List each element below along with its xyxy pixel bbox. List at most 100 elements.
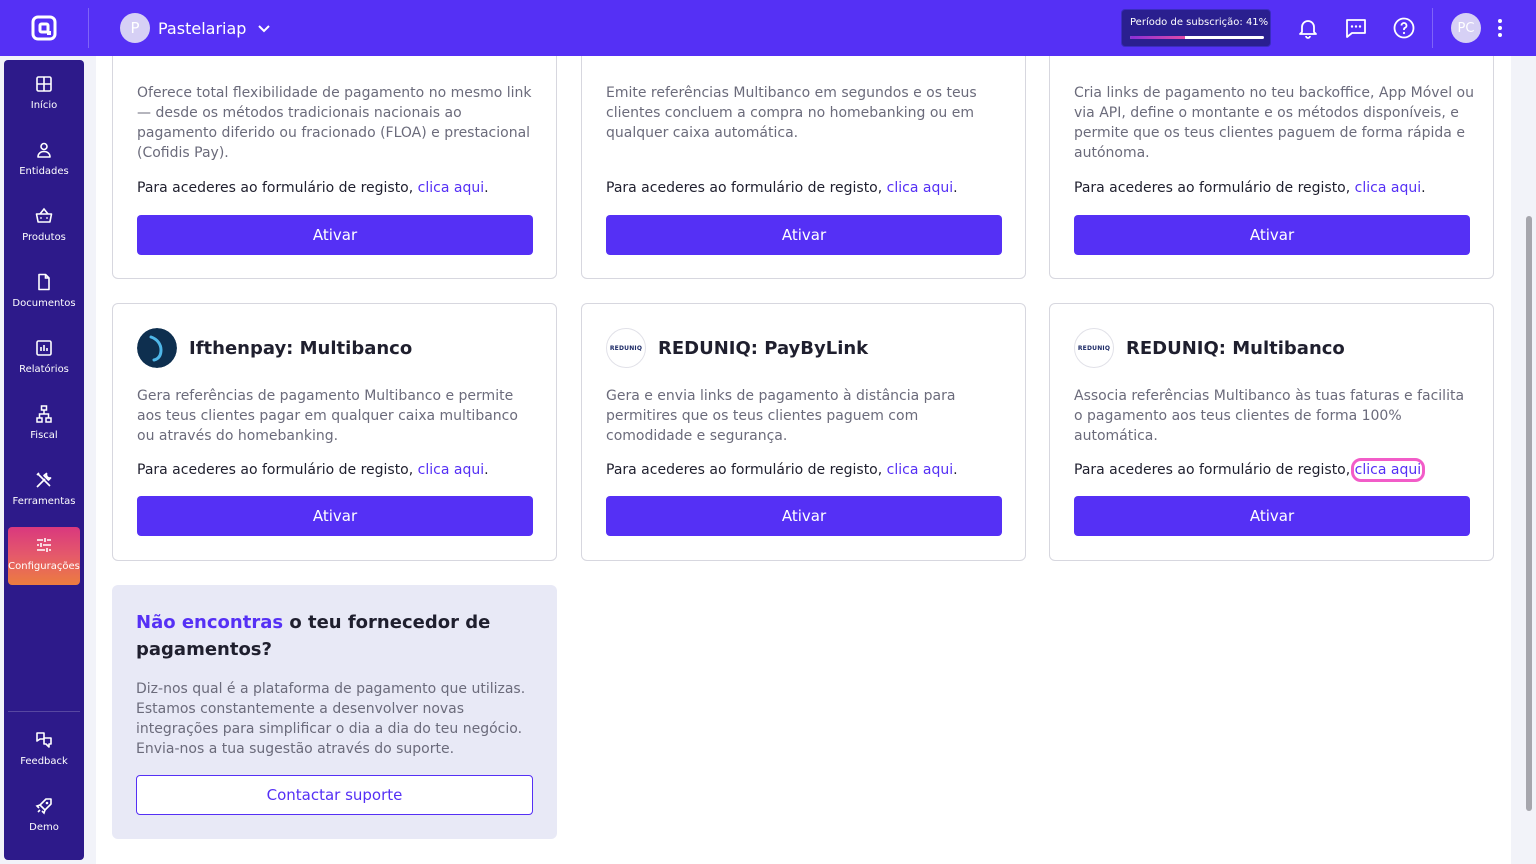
subscription-progress-bar	[1130, 36, 1264, 39]
registration-end: .	[953, 180, 958, 196]
sidebar-item-label: Demo	[29, 822, 59, 833]
sidebar-item-documentos[interactable]: Documentos	[8, 264, 80, 322]
card-description: Emite referências Multibanco em segundos…	[606, 85, 977, 141]
card-title: REDUNIQ: Multibanco	[1126, 337, 1345, 359]
bell-icon[interactable]	[1296, 16, 1320, 40]
basket-icon	[35, 207, 53, 223]
card-header: Ifthenpay: Multibanco	[137, 328, 412, 368]
sidebar-item-feedback[interactable]: Feedback	[8, 722, 80, 780]
payment-card: Emite referências Multibanco em segundos…	[581, 56, 1026, 279]
sidebar: Início Entidades Produtos Documentos Rel…	[4, 60, 84, 860]
sidebar-item-label: Entidades	[19, 166, 69, 177]
scrollbar[interactable]	[1520, 56, 1536, 864]
activate-button[interactable]: Ativar	[606, 496, 1002, 536]
sidebar-item-label: Início	[30, 100, 58, 111]
card-title: REDUNIQ: PayByLink	[658, 337, 869, 359]
payment-card: REDUNIQ REDUNIQ: Multibanco Associa refe…	[1049, 303, 1494, 561]
topbar-divider	[1432, 8, 1433, 48]
sidebar-item-configuracoes[interactable]: Configurações	[8, 527, 80, 585]
contact-support-button[interactable]: Contactar suporte	[136, 775, 533, 815]
sidebar-item-label: Fiscal	[30, 430, 58, 441]
company-name: Pastelariap	[158, 18, 247, 38]
payment-card: Oferece total flexibilidade de pagamento…	[112, 56, 557, 279]
sidebar-item-label: Feedback	[20, 756, 68, 767]
sidebar-item-entidades[interactable]: Entidades	[8, 132, 80, 190]
registration-prefix: Para acederes ao formulário de registo,	[1074, 462, 1355, 478]
registration-link[interactable]: clica aqui	[418, 180, 484, 196]
scrollbar-thumb[interactable]	[1526, 216, 1532, 811]
reduniq-logo: REDUNIQ	[606, 328, 646, 368]
registration-prefix: Para acederes ao formulário de registo,	[137, 180, 418, 196]
registration-prefix: Para acederes ao formulário de registo,	[1074, 180, 1355, 196]
payment-card: Ifthenpay: Multibanco Gera referências d…	[112, 303, 557, 561]
sliders-icon	[37, 538, 51, 552]
activate-button[interactable]: Ativar	[606, 215, 1002, 255]
question-accent: Não encontras	[136, 612, 284, 633]
user-avatar[interactable]: PC	[1451, 13, 1481, 43]
activate-button[interactable]: Ativar	[1074, 496, 1470, 536]
registration-link[interactable]: clica aqui	[887, 462, 953, 478]
payment-card: Cria links de pagamento no teu backoffic…	[1049, 56, 1494, 279]
activate-button[interactable]: Ativar	[137, 496, 533, 536]
company-selector[interactable]: P Pastelariap	[120, 13, 272, 43]
sidebar-divider	[8, 711, 80, 712]
card-description: Cria links de pagamento no teu backoffic…	[1074, 85, 1474, 161]
activate-button[interactable]: Ativar	[1074, 215, 1470, 255]
registration-text: Para acederes ao formulário de registo, …	[137, 180, 489, 196]
card-description: Oferece total flexibilidade de pagamento…	[137, 85, 532, 161]
registration-prefix: Para acederes ao formulário de registo,	[137, 462, 418, 478]
registration-end: .	[484, 180, 489, 196]
missing-provider-description: Diz-nos qual é a plataforma de pagamento…	[136, 681, 526, 757]
sidebar-item-label: Produtos	[22, 232, 66, 243]
main-content: Oferece total flexibilidade de pagamento…	[96, 56, 1511, 864]
sidebar-item-relatorios[interactable]: Relatórios	[8, 330, 80, 388]
chat-icon[interactable]	[1344, 16, 1368, 40]
registration-link[interactable]: clica aqui	[887, 180, 953, 196]
ifthenpay-logo-icon	[137, 328, 177, 368]
sidebar-item-demo[interactable]: Demo	[8, 788, 80, 846]
registration-link[interactable]: clica aqui	[1355, 180, 1421, 196]
missing-provider-question: Não encontras o teu fornecedor de pagame…	[136, 609, 536, 663]
missing-provider-box: Não encontras o teu fornecedor de pagame…	[112, 585, 557, 839]
subscription-progress[interactable]: Período de subscrição: 41%	[1121, 9, 1271, 47]
card-description: Gera e envia links de pagamento à distân…	[606, 388, 956, 444]
rocket-icon	[35, 798, 52, 815]
registration-link[interactable]: clica aqui	[418, 462, 484, 478]
registration-link[interactable]: clica aqui	[1350, 458, 1426, 482]
more-options-icon[interactable]	[1493, 16, 1507, 40]
card-header: REDUNIQ REDUNIQ: PayByLink	[606, 328, 868, 368]
registration-text: Para acederes ao formulário de registo, …	[1074, 180, 1426, 196]
sidebar-item-label: Documentos	[12, 298, 76, 309]
registration-text: Para acederes ao formulário de registo, …	[137, 462, 489, 478]
registration-end: .	[484, 462, 489, 478]
help-icon[interactable]	[1392, 16, 1416, 40]
grid-icon	[36, 76, 52, 92]
subscription-label: Período de subscrição: 41%	[1130, 17, 1269, 28]
registration-text: Para acederes ao formulário de registo, …	[1074, 458, 1426, 482]
sidebar-item-label: Relatórios	[19, 364, 69, 375]
hierarchy-icon	[36, 405, 52, 423]
registration-end: .	[953, 462, 958, 478]
company-avatar: P	[120, 13, 150, 43]
sidebar-item-label: Ferramentas	[12, 496, 76, 507]
sidebar-item-fiscal[interactable]: Fiscal	[8, 396, 80, 454]
registration-text: Para acederes ao formulário de registo, …	[606, 180, 958, 196]
sidebar-item-inicio[interactable]: Início	[8, 66, 80, 124]
user-icon	[37, 142, 51, 158]
card-header: REDUNIQ REDUNIQ: Multibanco	[1074, 328, 1345, 368]
registration-prefix: Para acederes ao formulário de registo,	[606, 462, 887, 478]
subscription-progress-fill	[1130, 36, 1185, 39]
card-title: Ifthenpay: Multibanco	[189, 337, 413, 359]
activate-button[interactable]: Ativar	[137, 215, 533, 255]
chart-icon	[36, 340, 52, 356]
card-description: Associa referências Multibanco às tuas f…	[1074, 388, 1465, 444]
card-description: Gera referências de pagamento Multibanco…	[137, 388, 518, 444]
sidebar-item-produtos[interactable]: Produtos	[8, 198, 80, 256]
sidebar-item-ferramentas[interactable]: Ferramentas	[8, 462, 80, 520]
app-logo-icon[interactable]	[30, 14, 58, 42]
chevron-down-icon	[258, 25, 271, 33]
topbar-divider	[88, 8, 89, 48]
payment-card: REDUNIQ REDUNIQ: PayByLink Gera e envia …	[581, 303, 1026, 561]
feedback-icon	[36, 732, 52, 748]
registration-prefix: Para acederes ao formulário de registo,	[606, 180, 887, 196]
